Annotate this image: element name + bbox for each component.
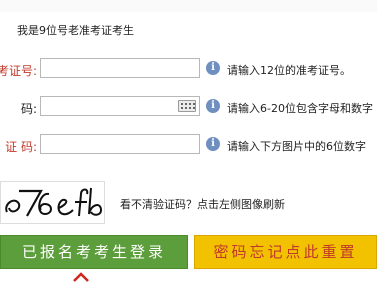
login-button[interactable]: 已报名考考生登录 [0,235,188,269]
password-row: 码: i 请输入6-20位包含字母和数字 [0,96,377,118]
captcha-label: 证 码: [5,140,37,154]
captcha-hint: 请输入下方图片中的6位数字 [227,140,366,153]
top-strip [0,0,377,12]
notice-text: 我是9位号老准考证考生 [17,24,134,37]
password-label: 码: [20,102,37,116]
captcha-row: 证 码: i 请输入下方图片中的6位数字 [0,134,377,156]
captcha-refresh-link[interactable]: 看不清验证码？点击左侧图像刷新 [120,196,285,212]
password-input[interactable] [40,96,200,116]
password-hint: 请输入6-20位包含字母和数字 [227,102,373,115]
info-icon: i [206,61,220,75]
captcha-input[interactable] [40,134,200,154]
reset-password-button[interactable]: 密码忘记点此重置 [194,235,377,269]
keyboard-icon[interactable] [178,100,196,112]
exam-number-label: 考证号: [0,64,37,78]
info-icon: i [206,99,220,113]
exam-number-row: 考证号: i 请输入12位的准考证号。 [0,58,377,80]
exam-number-input[interactable] [40,58,200,78]
captcha-image[interactable] [0,181,105,224]
arrow-mark-icon [73,272,89,282]
info-icon: i [206,137,220,151]
exam-number-hint: 请输入12位的准考证号。 [227,64,351,77]
